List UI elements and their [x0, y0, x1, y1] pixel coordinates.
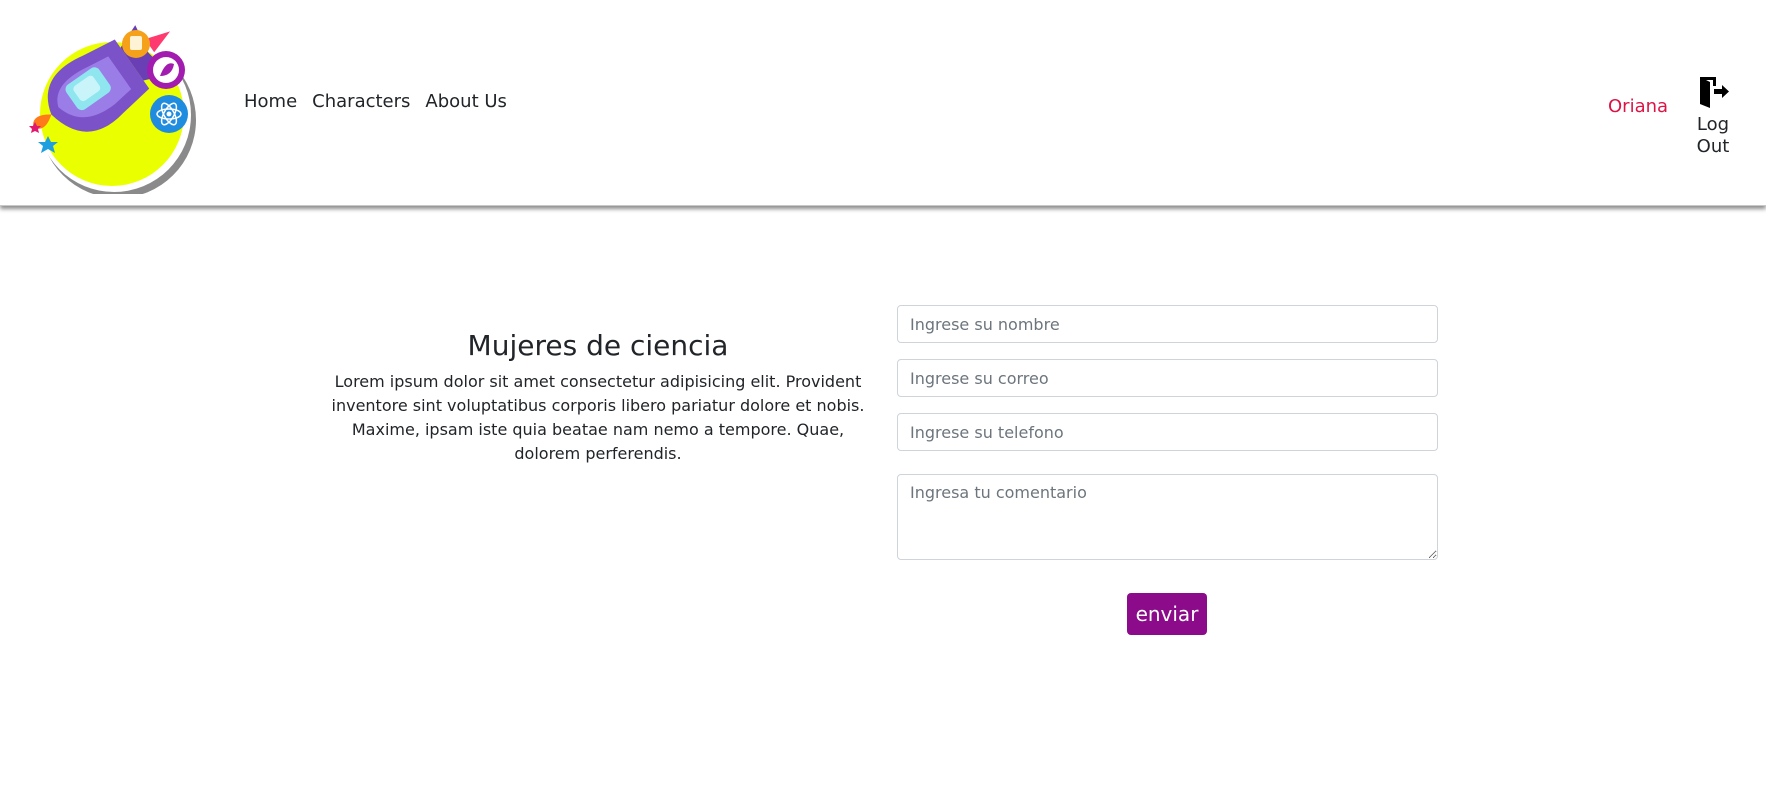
navbar: Home Characters About Us Oriana Log Out [0, 0, 1766, 206]
rocket-logo[interactable] [18, 14, 204, 198]
contact-form: enviar [897, 305, 1439, 635]
comment-field[interactable] [897, 474, 1438, 560]
nav-links: Home Characters About Us [244, 90, 522, 114]
nav-link-about-us[interactable]: About Us [425, 90, 507, 114]
page-title: Mujeres de ciencia [467, 329, 729, 362]
intro-section: Mujeres de ciencia Lorem ipsum dolor sit… [328, 326, 868, 466]
nav-link-home[interactable]: Home [244, 90, 297, 114]
email-field[interactable] [897, 359, 1438, 397]
submit-button[interactable]: enviar [1127, 593, 1207, 635]
logout-door-icon [1700, 77, 1729, 108]
logout-label: Log Out [1696, 114, 1730, 157]
user-name: Oriana [1608, 96, 1669, 117]
logout-button[interactable]: Log Out [1678, 74, 1748, 158]
intro-text: Lorem ipsum dolor sit amet consectetur a… [331, 372, 865, 463]
phone-field[interactable] [897, 413, 1438, 451]
name-field[interactable] [897, 305, 1438, 343]
nav-link-characters[interactable]: Characters [312, 90, 410, 114]
